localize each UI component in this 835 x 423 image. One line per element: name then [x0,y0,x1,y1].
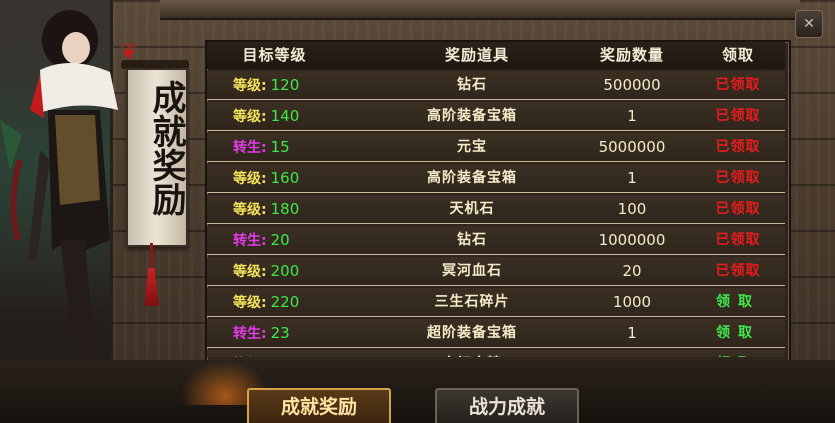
reward-item: 元宝 [457,139,487,155]
claim-button[interactable]: 领取 [691,319,785,347]
close-icon[interactable]: ✕ [795,10,823,38]
reward-item: 超阶装备宝箱 [427,325,517,341]
reward-qty: 1000 [612,293,652,311]
level-value: 120 [270,76,300,94]
level-type: 等级: [233,109,267,125]
banner-title: 成就奖励 [146,80,186,216]
claimed-status: 已领取 [715,263,761,279]
level-cell: 等级: 180 [207,195,357,223]
table-row: 转生: 23 超阶装备宝箱 1 领取 [207,319,785,348]
header-reward-qty: 奖励数量 [599,46,664,64]
level-cell: 等级: 200 [207,257,357,285]
claimed-status: 已领取 [715,201,761,217]
table-row: 等级: 200 冥河血石 20 已领取 [207,257,785,286]
header-reward-item: 奖励道具 [444,46,509,64]
level-value: 20 [270,231,290,249]
reward-item: 大初金精 [357,350,587,357]
reward-qty: 1000000 [598,231,666,249]
level-cell: 等级: 140 [207,102,357,130]
level-type: 等级: [233,295,267,311]
reward-qty: 1 [627,324,637,342]
level-value: 140 [270,107,300,125]
level-cell: 转生: 20 [207,226,357,254]
level-value: 220 [270,293,300,311]
level-cell: 等级: 120 [207,71,357,99]
level-cell: 等级: 160 [207,164,357,192]
level-cell: 转生: 15 [207,133,357,161]
table-row: 等级: 240 大初金精50领取 [207,350,785,357]
claimed-status: 已领取 [715,77,761,93]
claimed-status: 已领取 [715,232,761,248]
claimed-status: 已领取 [715,139,761,155]
reward-item: 高阶装备宝箱 [427,170,517,186]
level-type: 转生: [233,326,267,342]
level-type: 等级: [233,351,267,357]
reward-qty: 500000 [603,76,661,94]
tab-power-achievements[interactable]: 战力成就 [435,388,579,423]
panel-top-frame [160,0,800,20]
claimed-status: 已领取 [715,108,761,124]
level-type: 转生: [233,140,267,156]
level-value: 240 [271,350,300,357]
tassel-cord [150,243,153,271]
level-value: 200 [270,262,300,280]
game-scene: ❦ 成就奖励 ✕ 目标等级 奖励道具 奖励数量 领取 等级: 120 钻石 50000… [0,0,835,423]
level-value: 23 [270,324,290,342]
claimed-status: 已领取 [715,170,761,186]
level-cell: 转生: 23 [207,319,357,347]
tab-achievement-rewards[interactable]: 成就奖励 [247,388,391,423]
claim-button[interactable]: 领取 [691,288,785,316]
reward-item: 三生石碎片 [434,294,510,310]
level-cell: 等级: 240 [207,350,357,357]
reward-qty: 100 [617,200,647,218]
table-row: 转生: 20 钻石 1000000 已领取 [207,226,785,255]
reward-qty: 5000000 [598,138,666,156]
level-type: 转生: [233,233,267,249]
level-type: 等级: [233,78,267,94]
level-value: 15 [270,138,290,156]
table-header: 目标等级 奖励道具 奖励数量 领取 [207,42,785,69]
reward-item: 天机石 [449,201,495,217]
level-type: 等级: [233,202,267,218]
character-portrait [0,10,118,380]
table-row: 等级: 160 高阶装备宝箱 1 已领取 [207,164,785,193]
table-row: 转生: 15 元宝 5000000 已领取 [207,133,785,162]
level-value: 160 [270,169,300,187]
table-row: 等级: 180 天机石 100 已领取 [207,195,785,224]
level-cell: 等级: 220 [207,288,357,316]
reward-qty: 50 [567,350,697,357]
claim-button[interactable]: 领取 [691,350,785,357]
reward-item: 高阶装备宝箱 [427,108,517,124]
achievement-banner: 成就奖励 [126,68,188,247]
reward-item: 冥河血石 [442,263,502,279]
level-value: 180 [270,200,300,218]
reward-qty: 20 [622,262,642,280]
bottom-rocks [0,360,835,423]
table-row: 等级: 140 高阶装备宝箱 1 已领取 [207,102,785,131]
table-row: 等级: 220 三生石碎片 1000 领取 [207,288,785,317]
reward-qty: 1 [627,107,637,125]
level-type: 等级: [233,171,267,187]
reward-item: 钻石 [457,77,487,93]
header-claim: 领取 [721,46,754,64]
level-type: 等级: [233,264,267,280]
reward-qty: 1 [627,169,637,187]
reward-list[interactable]: 等级: 120 钻石 500000 已领取 等级: 140 高阶装备宝箱 1 已领取 转生: 15 元宝… [207,71,785,357]
reward-item: 钻石 [457,232,487,248]
header-target-level: 目标等级 [242,46,307,64]
table-row: 等级: 120 钻石 500000 已领取 [207,71,785,100]
